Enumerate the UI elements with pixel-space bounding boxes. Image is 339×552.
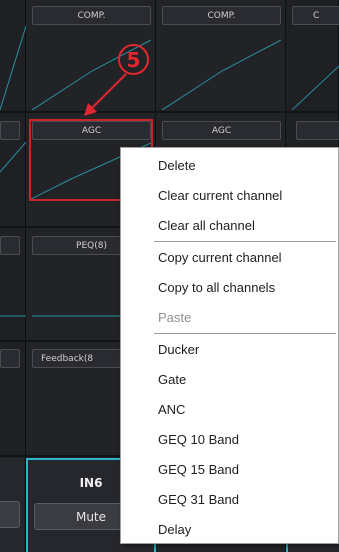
menu-item-delay[interactable]: Delay — [158, 518, 191, 542]
agc-module-label[interactable]: AGC — [162, 121, 281, 140]
menu-item-geq-31-band[interactable]: GEQ 31 Band — [158, 488, 239, 512]
left-strip — [0, 458, 24, 552]
menu-item-clear-all-channel[interactable]: Clear all channel — [158, 214, 255, 238]
left-module-label[interactable] — [0, 349, 20, 368]
left-module-label[interactable] — [0, 236, 20, 255]
menu-item-gate[interactable]: Gate — [158, 368, 186, 392]
menu-item-copy-to-all-channels[interactable]: Copy to all channels — [158, 276, 275, 300]
menu-item-anc[interactable]: ANC — [158, 398, 185, 422]
left-module-label[interactable] — [0, 121, 20, 140]
comp-curve-graph[interactable] — [292, 26, 339, 110]
left-mute-button[interactable] — [0, 501, 20, 528]
context-menu: Delete Clear current channel Clear all c… — [120, 147, 339, 544]
menu-item-geq-15-band[interactable]: GEQ 15 Band — [158, 458, 239, 482]
menu-separator — [154, 333, 336, 334]
menu-item-copy-current-channel[interactable]: Copy current channel — [158, 246, 282, 270]
marker-arrow-icon — [84, 73, 127, 116]
menu-item-geq-10-band[interactable]: GEQ 10 Band — [158, 428, 239, 452]
menu-item-paste: Paste — [158, 310, 192, 325]
comp-curve-graph[interactable] — [0, 26, 26, 110]
feedback-graph[interactable] — [32, 370, 120, 452]
menu-separator — [154, 241, 336, 242]
menu-item-ducker[interactable]: Ducker — [158, 338, 199, 362]
menu-item-delete[interactable]: Delete — [158, 154, 196, 178]
row-divider — [0, 111, 339, 113]
left-curve-graph[interactable] — [0, 142, 26, 224]
comp-curve-graph[interactable] — [162, 26, 281, 110]
comp-module-label[interactable]: C — [292, 6, 339, 25]
peq-curve-graph[interactable] — [32, 256, 120, 339]
comp-module-label[interactable]: COMP. — [162, 6, 281, 25]
menu-item-clear-current-channel[interactable]: Clear current channel — [158, 184, 282, 208]
comp-module-label[interactable]: COMP. — [32, 6, 151, 25]
peq-curve-graph[interactable] — [0, 256, 26, 339]
right-module-label[interactable] — [296, 121, 339, 140]
